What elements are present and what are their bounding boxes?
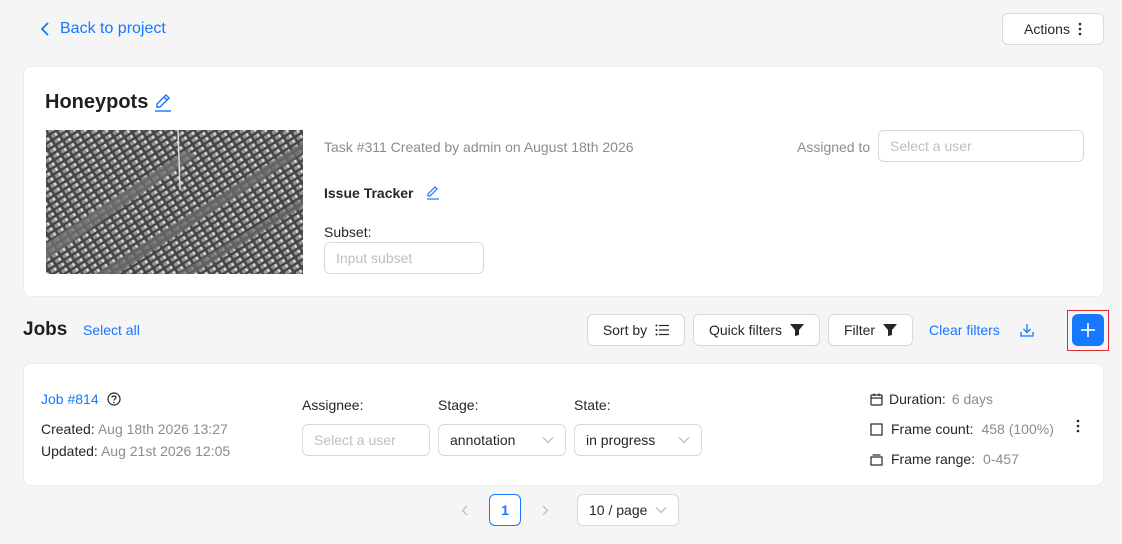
- state-label: State:: [574, 397, 611, 413]
- filter-icon: [790, 324, 805, 336]
- duration-row: Duration: 6 days: [870, 391, 993, 407]
- updated-value: Aug 21st 2026 12:05: [100, 443, 231, 459]
- duration-value: 6 days: [951, 391, 994, 407]
- subset-input[interactable]: Input subset: [324, 242, 484, 274]
- page-size-value: 10 / page: [589, 502, 648, 518]
- select-all-link[interactable]: Select all: [83, 322, 140, 338]
- task-title: Honeypots: [45, 91, 172, 114]
- page-size-select[interactable]: 10 / page: [577, 494, 679, 526]
- stage-value: annotation: [450, 432, 516, 448]
- created-value: Aug 18th 2026 13:27: [97, 421, 228, 437]
- actions-label: Actions: [1024, 21, 1070, 37]
- add-job-button[interactable]: [1072, 314, 1104, 346]
- issue-tracker: Issue Tracker: [324, 185, 440, 201]
- more-vertical-icon: [1078, 22, 1082, 36]
- stage-label: Stage:: [438, 397, 479, 413]
- chevron-down-icon: [678, 436, 690, 444]
- plus-icon: [1080, 322, 1096, 338]
- job-title: Job #814: [41, 391, 121, 407]
- chevron-down-icon: [655, 506, 667, 514]
- assignee-label: Assignee:: [302, 397, 364, 413]
- edit-issue-tracker-icon[interactable]: [426, 186, 440, 200]
- quick-filters-label: Quick filters: [708, 322, 783, 338]
- clear-filters-link[interactable]: Clear filters: [929, 322, 1000, 338]
- back-to-project-link[interactable]: Back to project: [40, 19, 166, 39]
- duration-label: Duration:: [889, 391, 946, 407]
- task-preview-image: [46, 130, 303, 274]
- frame-count-label: Frame count:: [891, 421, 974, 437]
- sort-list-icon: [655, 324, 670, 336]
- job-link[interactable]: Job #814: [41, 391, 99, 407]
- prev-page-button[interactable]: [456, 502, 472, 518]
- sort-by-button[interactable]: Sort by: [587, 314, 685, 346]
- subset-label: Subset:: [324, 224, 372, 240]
- job-more-icon[interactable]: [1076, 419, 1080, 433]
- filter-button[interactable]: Filter: [828, 314, 913, 346]
- assignee-select[interactable]: Select a user: [878, 130, 1084, 162]
- assigned-to-label: Assigned to: [797, 139, 871, 155]
- state-select[interactable]: in progress: [574, 424, 702, 456]
- frame-square-icon: [870, 422, 883, 436]
- frame-range-label: Frame range:: [891, 451, 976, 467]
- stage-select[interactable]: annotation: [438, 424, 566, 456]
- job-assignee-placeholder: Select a user: [314, 432, 396, 448]
- frame-range-row: Frame range: 0-457: [870, 451, 1019, 467]
- subset-placeholder: Input subset: [336, 250, 413, 266]
- page-1-button[interactable]: 1: [489, 494, 521, 526]
- frame-range-icon: [870, 453, 883, 466]
- chevron-down-icon: [542, 436, 554, 444]
- created-label: Created:: [41, 421, 95, 437]
- help-circle-icon[interactable]: [107, 392, 121, 406]
- job-assignee-select[interactable]: Select a user: [302, 424, 430, 456]
- chevron-left-icon: [40, 22, 50, 36]
- download-icon[interactable]: [1020, 323, 1034, 337]
- state-value: in progress: [586, 432, 656, 448]
- job-updated: Updated: Aug 21st 2026 12:05: [41, 443, 230, 459]
- job-card: Job #814 Created: Aug 18th 2026 13:27 Up…: [23, 363, 1104, 486]
- frame-count-value: 458 (100%): [981, 421, 1054, 437]
- frame-range-value: 0-457: [983, 451, 1019, 467]
- chevron-right-icon: [542, 505, 549, 516]
- page-number: 1: [501, 502, 509, 518]
- task-title-text: Honeypots: [45, 91, 149, 113]
- chevron-left-icon: [461, 505, 468, 516]
- back-to-project-label: Back to project: [60, 20, 166, 37]
- jobs-title: Jobs: [23, 319, 68, 340]
- task-meta: Task #311 Created by admin on August 18t…: [324, 139, 634, 155]
- edit-title-icon[interactable]: [154, 93, 172, 113]
- task-details-card: Honeypots Task #311 Created by admin on …: [23, 66, 1104, 297]
- filter-funnel-icon: [883, 324, 898, 336]
- sort-by-label: Sort by: [602, 322, 648, 338]
- calendar-icon: [870, 393, 883, 406]
- job-created: Created: Aug 18th 2026 13:27: [41, 421, 228, 437]
- issue-tracker-label: Issue Tracker: [324, 185, 414, 201]
- next-page-button[interactable]: [537, 502, 553, 518]
- actions-button[interactable]: Actions: [1002, 13, 1104, 45]
- updated-label: Updated:: [41, 443, 98, 459]
- quick-filters-button[interactable]: Quick filters: [693, 314, 820, 346]
- assignee-placeholder: Select a user: [890, 138, 972, 154]
- frame-count-row: Frame count: 458 (100%): [870, 421, 1054, 437]
- filter-label: Filter: [843, 322, 876, 338]
